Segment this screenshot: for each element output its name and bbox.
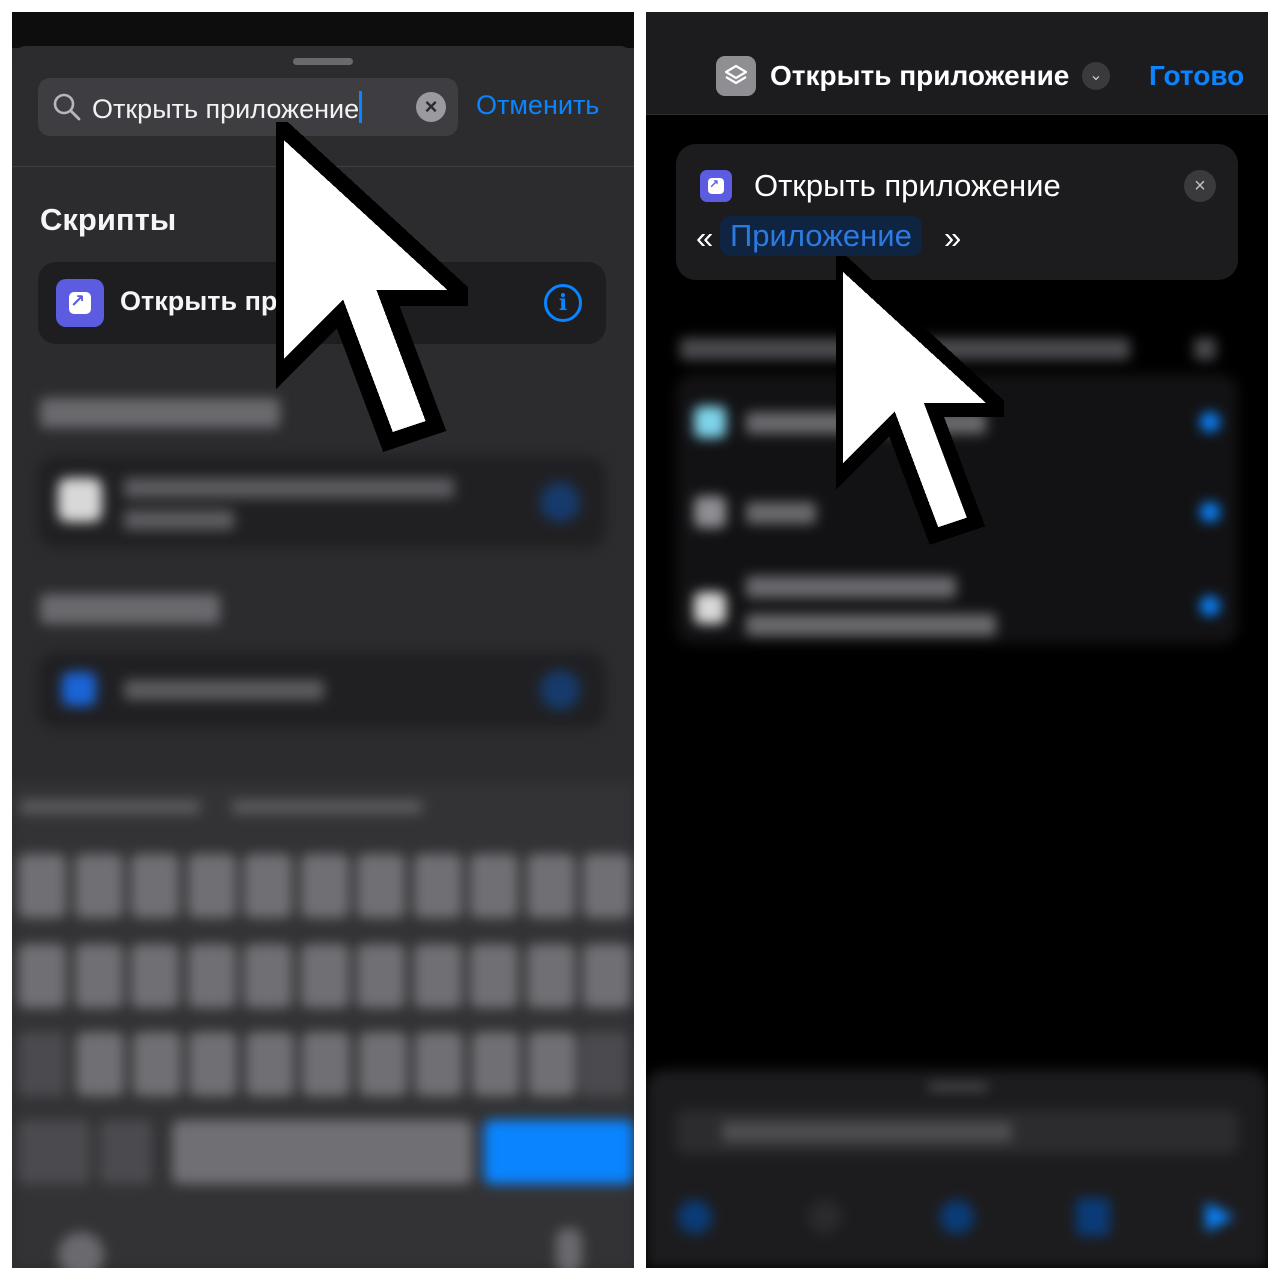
open-app-icon: ↗ bbox=[700, 170, 732, 202]
keyboard-key bbox=[413, 944, 462, 1008]
text-caret bbox=[359, 91, 363, 123]
chevron-down-icon[interactable]: ⌄ bbox=[1082, 62, 1110, 90]
keyboard-key bbox=[187, 854, 236, 918]
keyboard-key bbox=[528, 1032, 576, 1096]
keyboard-key bbox=[300, 854, 349, 918]
blurred-toolbar-button bbox=[940, 1200, 974, 1234]
blurred-row-icon bbox=[694, 406, 726, 438]
keyboard-key bbox=[132, 1032, 181, 1096]
blurred-search-placeholder bbox=[722, 1122, 1012, 1142]
keyboard-key bbox=[357, 944, 405, 1008]
cancel-button[interactable]: Отменить bbox=[476, 90, 599, 121]
action-title: Открыть приложение bbox=[754, 168, 1061, 203]
editor-header: Открыть приложение ⌄ Готово bbox=[646, 12, 1268, 115]
keyboard-key bbox=[18, 944, 66, 1008]
globe-icon bbox=[58, 1232, 104, 1268]
blurred-row-icon bbox=[694, 592, 726, 624]
sheet-grabber[interactable] bbox=[293, 58, 353, 65]
keyboard-key bbox=[245, 1032, 294, 1096]
blurred-item-icon bbox=[58, 478, 102, 522]
keyboard-key bbox=[580, 1032, 628, 1096]
keyboard-key bbox=[76, 1032, 124, 1096]
keyboard-key bbox=[583, 854, 631, 918]
keyboard-key bbox=[357, 854, 405, 918]
keyboard-key bbox=[74, 944, 123, 1008]
keyboard-key bbox=[471, 1032, 520, 1096]
keyboard-key bbox=[526, 944, 575, 1008]
done-button[interactable]: Готово bbox=[1149, 60, 1244, 92]
info-icon[interactable]: i bbox=[544, 284, 582, 322]
keyboard-key bbox=[413, 854, 462, 918]
keyboard-key bbox=[244, 944, 292, 1008]
layers-icon bbox=[724, 64, 748, 85]
blurred-toolbar-button bbox=[1076, 1198, 1110, 1236]
clear-x-icon[interactable]: × bbox=[416, 92, 446, 122]
keyboard-key bbox=[131, 854, 179, 918]
blurred-section-heading bbox=[40, 594, 220, 624]
result-item-label: Открыть пр bbox=[120, 286, 278, 316]
blurred-row-icon bbox=[694, 496, 726, 528]
blurred-collapse-icon bbox=[1194, 338, 1216, 360]
keyboard-key bbox=[358, 1032, 407, 1096]
blurred-result-item bbox=[38, 456, 606, 548]
search-input[interactable]: Открыть приложение bbox=[92, 91, 363, 125]
blurred-play-button bbox=[1206, 1202, 1234, 1232]
keyboard-key bbox=[526, 854, 575, 918]
pointer-cursor-icon bbox=[836, 256, 1004, 545]
status-bar bbox=[12, 12, 634, 48]
section-title-scripts: Скрипты bbox=[40, 202, 177, 237]
blurred-row-add bbox=[1200, 596, 1220, 616]
blurred-item-line bbox=[124, 680, 324, 700]
search-icon bbox=[53, 93, 81, 121]
blurred-item-button bbox=[540, 670, 580, 710]
keyboard-key bbox=[470, 944, 518, 1008]
keyboard-key bbox=[415, 1032, 463, 1096]
keyboard-key bbox=[189, 1032, 237, 1096]
keyboard-key bbox=[583, 944, 631, 1008]
keyboard-key bbox=[18, 1032, 66, 1096]
keyboard-key bbox=[131, 944, 179, 1008]
blurred-row-text bbox=[746, 614, 996, 636]
blurred-search-field bbox=[676, 1110, 1238, 1154]
keyboard-key bbox=[18, 1120, 90, 1184]
keyboard-key bbox=[74, 854, 123, 918]
keyboard-suggestion bbox=[20, 800, 200, 814]
keyboard-key bbox=[484, 1120, 634, 1184]
blurred-row-text bbox=[746, 576, 956, 598]
keyboard-suggestion bbox=[232, 800, 422, 814]
blurred-toolbar-button bbox=[808, 1200, 842, 1234]
keyboard-key bbox=[300, 944, 349, 1008]
keyboard-key bbox=[172, 1120, 472, 1184]
open-app-icon: ↗ bbox=[56, 279, 104, 327]
keyboard-key bbox=[302, 1032, 350, 1096]
blurred-row-add bbox=[1200, 502, 1220, 522]
quote-close: » bbox=[944, 220, 962, 255]
keyboard-key bbox=[187, 944, 236, 1008]
blurred-bottom-sheet bbox=[646, 1070, 1268, 1268]
blurred-item-line bbox=[124, 510, 234, 530]
microphone-icon bbox=[556, 1228, 582, 1268]
shortcuts-app-icon bbox=[716, 56, 756, 96]
blurred-item-button bbox=[540, 482, 580, 522]
blurred-result-item bbox=[38, 652, 606, 728]
blurred-row-text bbox=[746, 502, 816, 524]
quote-open: « bbox=[696, 220, 714, 255]
app-parameter-token[interactable]: Приложение bbox=[720, 216, 922, 256]
close-icon[interactable]: × bbox=[1184, 170, 1216, 202]
keyboard-key bbox=[100, 1120, 152, 1184]
right-panel-editor-screen: Открыть приложение ⌄ Готово ↗ Открыть пр… bbox=[646, 12, 1268, 1268]
keyboard bbox=[12, 782, 634, 1268]
keyboard-key bbox=[244, 854, 292, 918]
shortcut-title[interactable]: Открыть приложение bbox=[770, 60, 1069, 92]
keyboard-key bbox=[470, 854, 518, 918]
blurred-item-line bbox=[124, 478, 454, 498]
blurred-section-heading bbox=[40, 398, 280, 428]
blurred-sheet-grabber bbox=[928, 1084, 988, 1090]
pointer-cursor-icon bbox=[276, 122, 468, 453]
blurred-item-icon bbox=[62, 672, 96, 706]
blurred-row-add bbox=[1200, 412, 1220, 432]
blurred-toolbar-button bbox=[678, 1200, 712, 1234]
keyboard-key bbox=[18, 854, 66, 918]
